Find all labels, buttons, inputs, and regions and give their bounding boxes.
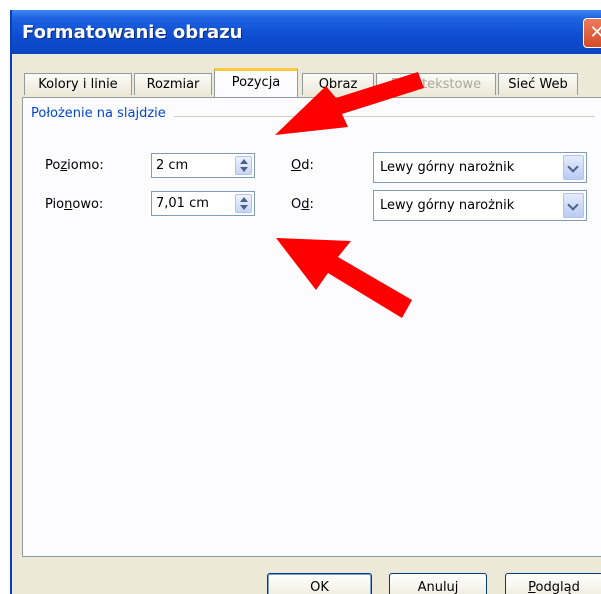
annotation-layer [275, 72, 424, 318]
red-arrow-icon [276, 238, 412, 318]
tab-position[interactable]: Pozycja [214, 68, 298, 97]
